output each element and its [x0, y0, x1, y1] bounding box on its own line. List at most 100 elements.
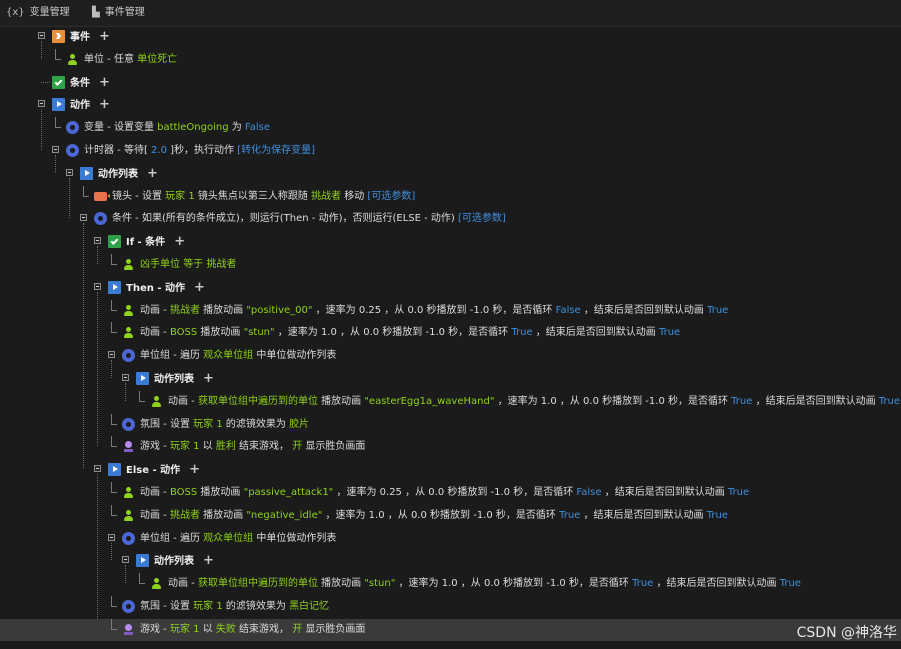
then-action-icon: [108, 280, 121, 294]
collapse-toggle[interactable]: [122, 374, 129, 381]
tree-row[interactable]: 条件 - 如果(所有的条件成立)，则运行(Then - 动作)，否则运行(ELS…: [0, 208, 901, 230]
tree-row[interactable]: 动画 - 挑战者 播放动画 "negative_idle" ，速率为 1.0 ，…: [0, 504, 901, 527]
add-button[interactable]: +: [203, 368, 214, 390]
tree-row[interactable]: 氛围 - 设置 玩家 1 的滤镜效果为 黑白记忆: [0, 596, 901, 618]
label-segment: BOSS: [169, 487, 198, 498]
tab-event-manager[interactable]: ▙ 事件管理: [92, 0, 145, 26]
collapse-toggle[interactable]: [38, 32, 45, 39]
tree-row[interactable]: 单位组 - 遍历 观众单位组 中单位做动作列表: [0, 345, 901, 367]
label-segment: True: [559, 509, 581, 521]
node-label: 事件 +: [70, 26, 110, 48]
label-segment: [可选参数]: [367, 190, 416, 202]
collapse-toggle[interactable]: [38, 100, 45, 108]
label-segment: 的滤镜效果为: [222, 601, 290, 612]
collapse-toggle[interactable]: [108, 533, 115, 541]
collapse-toggle[interactable]: [80, 214, 87, 222]
variable-icon: [66, 121, 79, 135]
tree-row[interactable]: 镜头 - 设置 玩家 1 镜头焦点以第三人称跟随 挑战者 移动 [可选参数]: [0, 185, 901, 208]
tree-row[interactable]: 氛围 - 设置 玩家 1 的滤镜效果为 胶片: [0, 413, 901, 436]
label-segment: ，结束后是否回到默认动画: [580, 509, 707, 521]
add-button[interactable]: +: [174, 231, 185, 253]
label-segment: 移动: [341, 190, 368, 202]
label-segment: 动画 -: [140, 509, 170, 521]
collapse-toggle[interactable]: [66, 168, 73, 176]
collapse-toggle[interactable]: [94, 465, 101, 473]
tree-row[interactable]: Else - 动作 +: [0, 459, 901, 481]
tree-row[interactable]: Then - 动作 +: [0, 277, 901, 299]
label-segment: 凶手单位: [140, 259, 180, 270]
label-segment: True: [878, 395, 901, 407]
tree-connector: [111, 299, 117, 311]
tree-connector: [111, 596, 117, 607]
label-segment: ，速率为 0.25 ，从 0.0 秒播放到 -1.0 秒，是否循环: [312, 304, 556, 316]
label-segment: "stun": [243, 327, 275, 339]
unit-icon: [150, 577, 163, 590]
label-segment: ，结束后是否回到默认动画: [580, 304, 708, 316]
add-button[interactable]: +: [99, 72, 110, 94]
node-label: 动作列表 +: [154, 550, 214, 572]
label-segment: 挑战者: [311, 190, 342, 202]
tree-row[interactable]: 游戏 - 玩家 1 以 胜利 结束游戏， 开 显示胜负画面: [0, 436, 901, 458]
tree-row[interactable]: 动作 +: [0, 94, 901, 116]
label-segment: [可选参数]: [457, 213, 506, 225]
tree-row[interactable]: 凶手单位 等于 挑战者: [0, 254, 901, 276]
label-segment: False: [555, 304, 581, 316]
tree-row[interactable]: 动画 - 挑战者 播放动画 "positive_00" ，速率为 0.25 ，从…: [0, 299, 901, 322]
label-segment: 动作列表: [98, 168, 138, 180]
tree-row[interactable]: 动画 - BOSS 播放动画 "passive_attack1" ，速率为 0.…: [0, 482, 901, 504]
tree-row[interactable]: If - 条件 +: [0, 231, 901, 253]
collapse-toggle[interactable]: [52, 146, 59, 153]
tab-variable-manager[interactable]: {x} 变量管理: [6, 0, 70, 26]
label-segment: ，速率为 0.25 ，从 0.0 秒播放到 -1.0 秒，是否循环: [333, 487, 577, 498]
tree-row[interactable]: 动画 - 获取单位组中遍历到的单位 播放动画 "easterEgg1a_wave…: [0, 390, 901, 413]
label-segment: 黑白记忆: [289, 601, 330, 612]
tree-row[interactable]: 动作列表 +: [0, 368, 901, 390]
timer-icon: [66, 144, 79, 157]
label-segment: 挑战者: [169, 304, 200, 316]
label-segment: 失败: [215, 623, 236, 635]
tree-connector: [55, 117, 61, 129]
add-button[interactable]: +: [99, 26, 110, 48]
tree-row[interactable]: 变量 - 设置变量 battleOngoing 为 False: [0, 117, 901, 139]
tree-connector: [55, 48, 61, 60]
tree-row[interactable]: 动作列表 +: [0, 550, 901, 572]
tree-connector: [139, 390, 145, 402]
label-segment: 玩家 1: [169, 623, 200, 635]
label-segment: True: [707, 304, 729, 316]
collapse-toggle[interactable]: [108, 351, 115, 359]
collapse-toggle[interactable]: [94, 282, 101, 290]
tree-row-selected[interactable]: 游戏 - 玩家 1 以 失败 结束游戏， 开 显示胜负画面: [0, 618, 901, 641]
collapse-toggle[interactable]: [94, 237, 101, 245]
label-segment: "positive_00": [246, 304, 313, 316]
add-button[interactable]: +: [203, 550, 214, 572]
label-segment: 结束游戏，: [235, 441, 293, 453]
node-label: 动作 +: [70, 94, 110, 116]
tab-label: 变量管理: [29, 7, 70, 18]
tree-row[interactable]: 动画 - 获取单位组中遍历到的单位 播放动画 "stun" ，速率为 1.0 ，…: [0, 573, 901, 595]
node-label: 凶手单位 等于 挑战者: [140, 254, 236, 276]
unit-group-icon: [122, 531, 135, 545]
tree-row[interactable]: 单位 - 任意 单位死亡: [0, 48, 901, 71]
tree-row[interactable]: 事件 +: [0, 26, 901, 48]
atmosphere-icon: [122, 417, 135, 431]
else-action-icon: [108, 463, 121, 477]
add-button[interactable]: +: [194, 277, 205, 299]
add-button[interactable]: +: [147, 163, 158, 185]
add-button[interactable]: +: [189, 459, 200, 481]
tree-row[interactable]: 计时器 - 等待[ 2.0 ]秒，执行动作 [转化为保存变量]: [0, 140, 901, 162]
label-segment: 为: [228, 122, 245, 134]
tree-row[interactable]: 单位组 - 遍历 观众单位组 中单位做动作列表: [0, 528, 901, 550]
tree-connector: [111, 482, 117, 493]
label-segment: 结束游戏，: [235, 623, 293, 635]
tree-row[interactable]: 动画 - BOSS 播放动画 "stun" ，速率为 1.0 ，从 0.0 秒播…: [0, 322, 901, 344]
event-icon: [52, 30, 65, 43]
tree-row[interactable]: 动作列表 +: [0, 163, 901, 185]
tree-row[interactable]: 条件 +: [0, 72, 901, 94]
label-segment: 单位组 - 遍历: [140, 350, 204, 362]
label-segment: 氛围 - 设置: [140, 418, 194, 430]
label-segment: "negative_idle": [246, 509, 323, 521]
label-segment: 显示胜负画面: [302, 623, 366, 635]
add-button[interactable]: +: [99, 94, 110, 116]
node-label: 单位 - 任意 单位死亡: [84, 49, 177, 71]
collapse-toggle[interactable]: [122, 556, 129, 564]
